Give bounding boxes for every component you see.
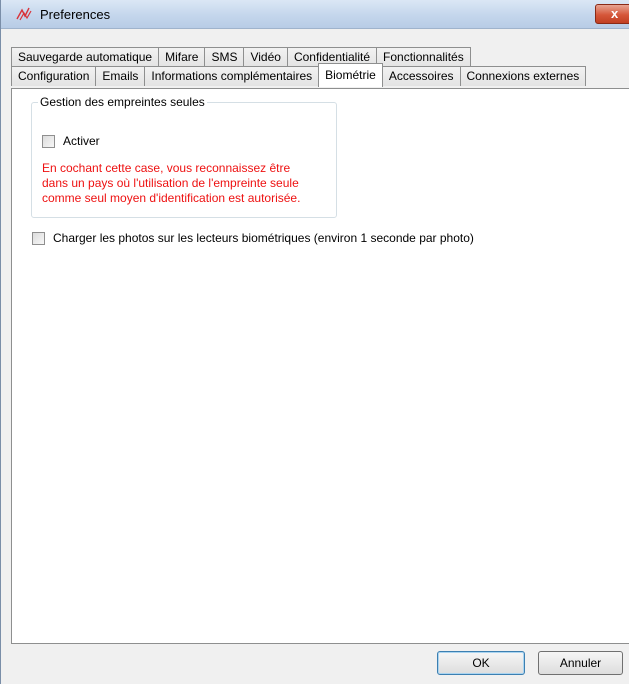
- tab-row-back: Sauvegarde automatique Mifare SMS Vidéo …: [11, 47, 471, 67]
- biometric-logo-icon: [16, 7, 32, 21]
- warning-line: En cochant cette case, vous reconnaissez…: [42, 161, 291, 175]
- preferences-window: Preferences x Sauvegarde automatique Mif…: [0, 0, 629, 684]
- tab-biometrie[interactable]: Biométrie: [318, 63, 383, 87]
- tab-row-front: Configuration Emails Informations complé…: [11, 63, 587, 87]
- close-button[interactable]: x: [595, 4, 629, 24]
- tab-mifare[interactable]: Mifare: [158, 47, 206, 67]
- tab-accessoires[interactable]: Accessoires: [381, 66, 461, 86]
- biometrie-panel: Gestion des empreintes seules Activer En…: [11, 88, 629, 644]
- window-title: Preferences: [40, 7, 111, 22]
- load-photos-checkbox[interactable]: [32, 231, 45, 245]
- tab-emails[interactable]: Emails: [95, 66, 146, 86]
- activate-label[interactable]: Activer: [63, 134, 100, 148]
- activate-checkbox[interactable]: [42, 134, 55, 148]
- activate-row[interactable]: Activer: [42, 134, 100, 148]
- tab-sms[interactable]: SMS: [204, 47, 245, 67]
- tab-video[interactable]: Vidéo: [243, 47, 288, 67]
- ok-button[interactable]: OK: [437, 651, 525, 675]
- dialog-footer: OK Annuler: [11, 644, 629, 684]
- fingerprint-only-group: Gestion des empreintes seules Activer En…: [31, 95, 337, 218]
- tab-configuration[interactable]: Configuration: [11, 66, 97, 86]
- tab-informations-complementaires[interactable]: Informations complémentaires: [144, 66, 320, 86]
- close-icon: x: [611, 6, 619, 21]
- title-bar[interactable]: Preferences x: [1, 0, 629, 29]
- load-photos-row[interactable]: Charger les photos sur les lecteurs biom…: [32, 231, 474, 245]
- cancel-button[interactable]: Annuler: [538, 651, 623, 675]
- warning-line: comme seul moyen d'identification est au…: [42, 191, 301, 205]
- tab-fonctionnalites[interactable]: Fonctionnalités: [376, 47, 471, 67]
- tab-strip: Sauvegarde automatique Mifare SMS Vidéo …: [11, 44, 629, 92]
- tab-sauvegarde-automatique[interactable]: Sauvegarde automatique: [11, 47, 160, 67]
- fingerprint-warning: En cochant cette case, vous reconnaissez…: [42, 161, 332, 206]
- group-title: Gestion des empreintes seules: [38, 95, 207, 109]
- tab-connexions-externes[interactable]: Connexions externes: [459, 66, 587, 86]
- load-photos-label[interactable]: Charger les photos sur les lecteurs biom…: [53, 231, 474, 245]
- warning-line: dans un pays où l'utilisation de l'empre…: [42, 176, 299, 190]
